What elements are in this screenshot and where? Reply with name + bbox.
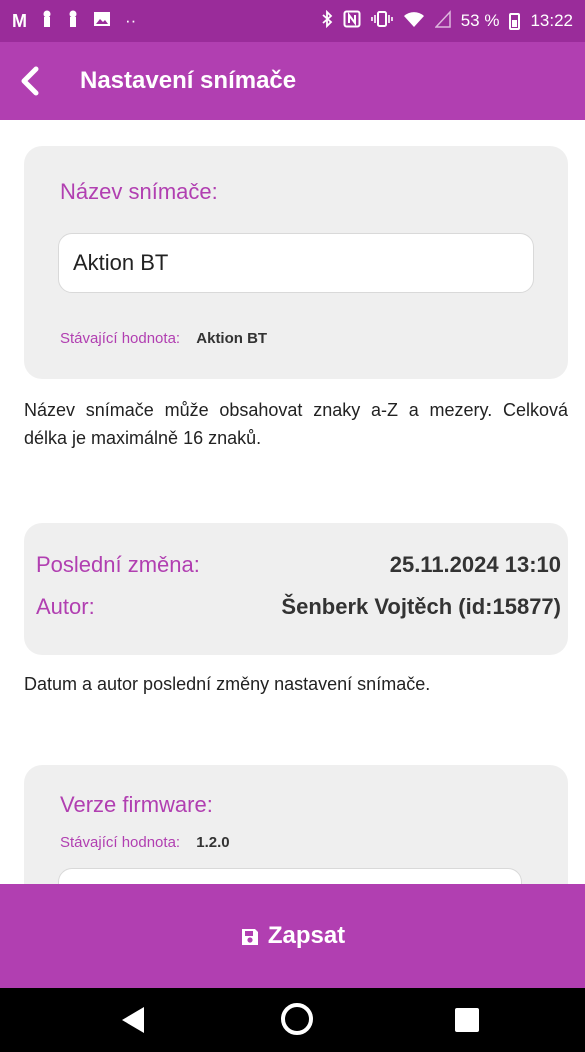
status-bar: M ·· 53 % 13:22 <box>0 0 585 42</box>
wifi-icon <box>403 10 425 33</box>
chevron-left-icon[interactable] <box>0 42 60 120</box>
last-change-value: 25.11.2024 13:10 <box>389 552 561 577</box>
no-signal-icon <box>433 9 451 33</box>
firmware-current: Stávající hodnota: 1.2.0 <box>60 834 230 851</box>
current-value: 1.2.0 <box>196 834 230 851</box>
sensor-name-card: Název snímače: Aktion BT Stávající hodno… <box>24 146 568 379</box>
author-label: Autor: <box>36 594 95 619</box>
bluetooth-icon <box>321 9 333 33</box>
sensor-name-current: Stávající hodnota: Aktion BT <box>60 330 267 347</box>
save-icon <box>240 926 260 946</box>
back-triangle-icon[interactable] <box>120 1005 146 1035</box>
vibrate-icon <box>370 10 393 33</box>
current-value-label: Stávající hodnota: <box>60 834 181 851</box>
status-bar-left: M ·· <box>12 10 136 33</box>
page-title: Nastavení snímače <box>80 67 297 94</box>
last-change-row: Poslední změna: 25.11.2024 13:10 <box>36 552 561 578</box>
image-icon <box>93 11 111 32</box>
sensor-name-help-text: Název snímače může obsahovat znaky a-Z a… <box>24 400 568 448</box>
sensor-name-label: Název snímače: <box>60 179 218 204</box>
sensor-name-input[interactable]: Aktion BT <box>58 233 534 293</box>
notification-icon <box>67 10 79 33</box>
nfc-icon <box>343 10 361 33</box>
write-button[interactable]: Zapsat <box>0 884 585 988</box>
gmail-icon: M <box>12 11 27 31</box>
clock: 13:22 <box>530 11 573 30</box>
system-nav-bar <box>0 988 585 1052</box>
app-bar: Nastavení snímače <box>0 42 585 120</box>
recents-square-icon[interactable] <box>455 1008 479 1032</box>
notification-icon <box>41 10 53 33</box>
write-button-label: Zapsat <box>267 922 346 949</box>
home-circle-icon[interactable] <box>280 1002 314 1036</box>
status-bar-right: 53 % 13:22 <box>321 9 573 33</box>
author-row: Autor: Šenberk Vojtěch (id:15877) <box>36 594 561 620</box>
battery-percent: 53 % <box>460 11 500 30</box>
last-change-label: Poslední změna: <box>36 552 200 577</box>
author-value: Šenberk Vojtěch (id:15877) <box>281 594 561 619</box>
firmware-label: Verze firmware: <box>60 792 213 817</box>
overflow-dots: ·· <box>125 11 137 30</box>
current-value: Aktion BT <box>196 330 268 347</box>
last-change-card <box>24 523 568 655</box>
last-change-help-text: Datum a autor poslední změny nastavení s… <box>24 674 431 694</box>
current-value-label: Stávající hodnota: <box>60 330 181 347</box>
battery-icon <box>509 12 521 30</box>
